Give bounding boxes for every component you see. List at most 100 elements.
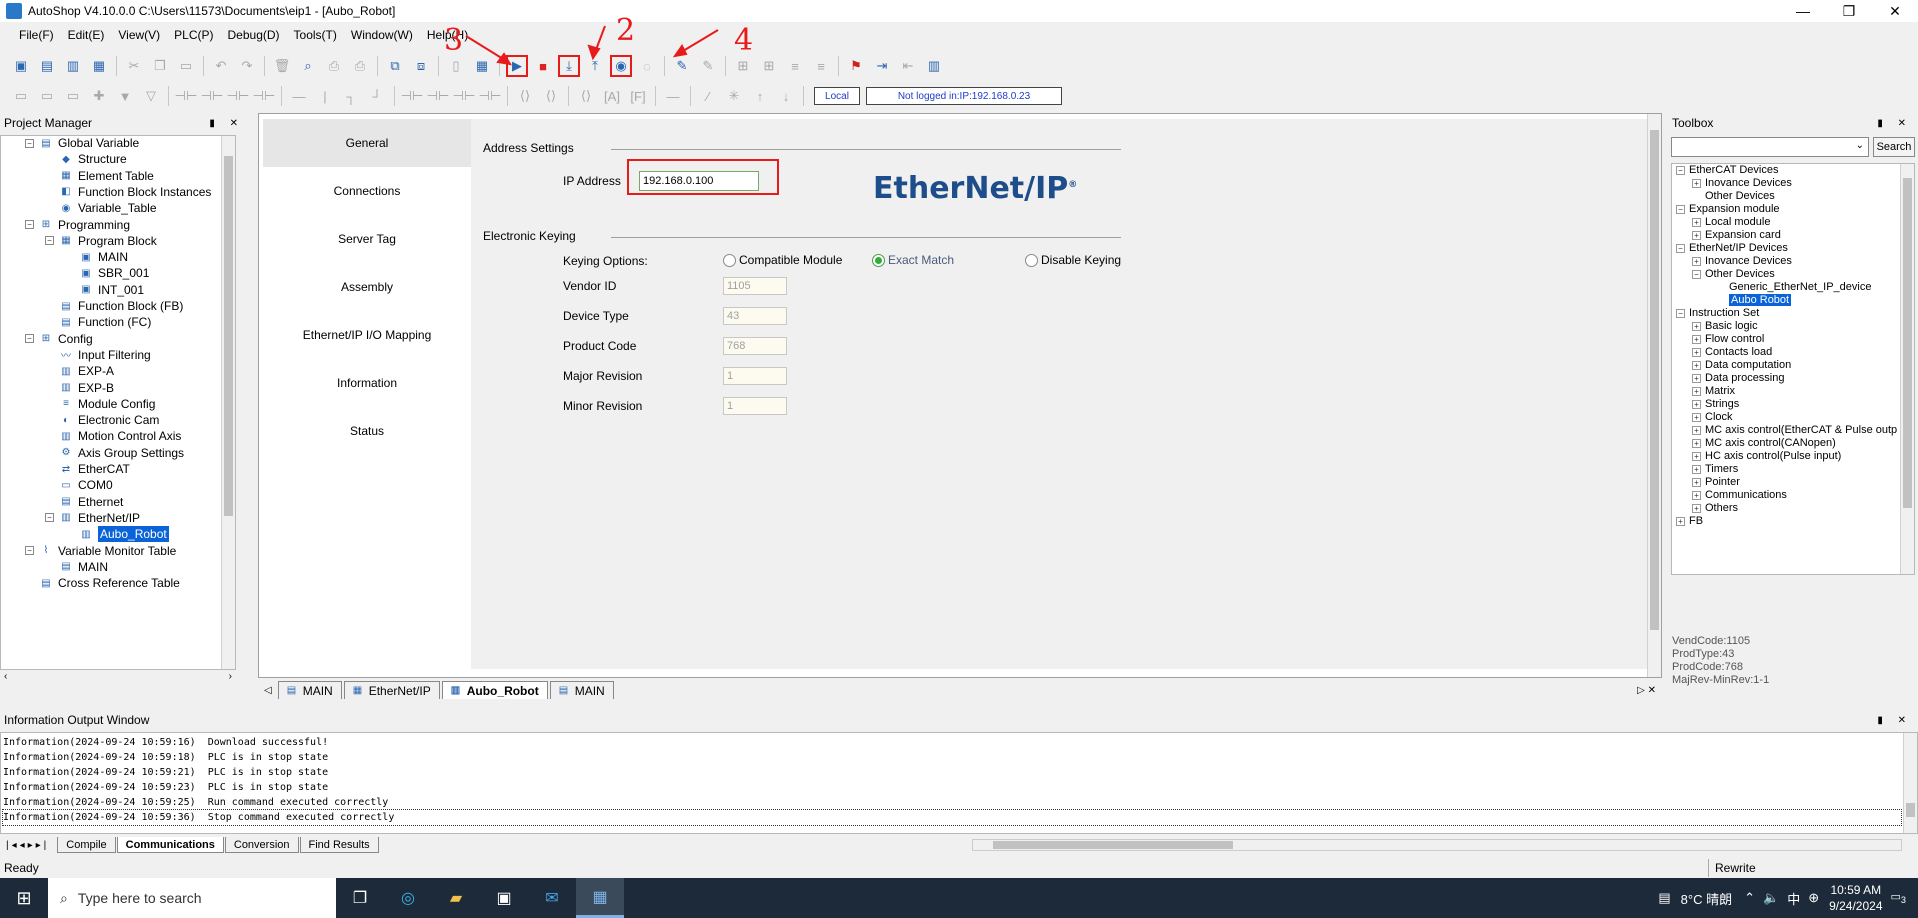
- logout-icon[interactable]: ⇤: [897, 55, 919, 77]
- toolbox-search-input[interactable]: ⌄: [1671, 137, 1869, 157]
- coil-2-icon[interactable]: ⊣⊢: [427, 85, 450, 107]
- nav-information[interactable]: Information: [263, 359, 471, 407]
- panel-pin-close-icon[interactable]: ▮ ✕: [209, 118, 244, 129]
- tree-expander-icon[interactable]: +: [1692, 386, 1701, 396]
- tree-expander-icon[interactable]: −: [1676, 308, 1685, 318]
- tree-item[interactable]: − ⌇ Variable Monitor Table: [25, 542, 176, 560]
- grid-2-icon[interactable]: ⊞: [758, 55, 780, 77]
- output-tab-find-results[interactable]: Find Results: [299, 837, 379, 853]
- star-icon[interactable]: ✳: [723, 85, 745, 107]
- output-scrollbar[interactable]: [1903, 733, 1917, 833]
- test-icon[interactable]: ⚑: [845, 55, 867, 77]
- menu-file[interactable]: File(F): [12, 26, 61, 44]
- monitor-stop-icon[interactable]: ◌: [636, 55, 658, 77]
- tree-item[interactable]: ≡ Module Config: [45, 395, 155, 413]
- tree-item[interactable]: ▤ Cross Reference Table: [25, 574, 180, 592]
- nav-io-mapping[interactable]: Ethernet/IP I/O Mapping: [263, 311, 471, 359]
- tree-expander-icon[interactable]: +: [1692, 438, 1701, 448]
- nav-assembly[interactable]: Assembly: [263, 263, 471, 311]
- tree-expander-icon[interactable]: +: [1692, 373, 1701, 383]
- tree-item[interactable]: ▥ Aubo_Robot: [65, 525, 169, 543]
- align-2-icon[interactable]: ≡: [810, 55, 832, 77]
- tree-expander-icon[interactable]: −: [1676, 165, 1685, 175]
- monitor-icon[interactable]: ◉: [610, 55, 632, 77]
- st-mode-icon[interactable]: ▭: [62, 85, 84, 107]
- windows-start-icon[interactable]: ⊞: [0, 878, 48, 918]
- window-layout-icon[interactable]: ⧉: [384, 55, 406, 77]
- menu-view[interactable]: View(V): [111, 26, 167, 44]
- notification-icon[interactable]: ▭3: [1891, 890, 1907, 905]
- nav-server-tag[interactable]: Server Tag: [263, 215, 471, 263]
- tree-expander-icon[interactable]: +: [1692, 503, 1701, 513]
- network-icon[interactable]: ⊕: [1808, 890, 1819, 906]
- radio-compatible-module[interactable]: Compatible Module: [723, 253, 842, 267]
- sfc-mode-icon[interactable]: ▭: [36, 85, 58, 107]
- reset-icon[interactable]: ⟨⟩: [540, 85, 562, 107]
- up-arrow-icon[interactable]: ↑: [749, 85, 771, 107]
- paste-icon[interactable]: ▭: [175, 55, 197, 77]
- editor-scrollbar[interactable]: [1647, 114, 1661, 677]
- tree-item[interactable]: ⚙ Axis Group Settings: [45, 444, 185, 462]
- autoshop-taskbar-icon[interactable]: ▦: [576, 878, 624, 918]
- tree-item[interactable]: ⇄ EtherCAT: [45, 460, 130, 478]
- contact-4-icon[interactable]: ⊣⊢: [253, 85, 276, 107]
- edge-browser-icon[interactable]: ◎: [384, 878, 432, 918]
- doc-tab-aubo-robot[interactable]: ▥ Aubo_Robot: [441, 681, 548, 699]
- tree-expander-icon[interactable]: +: [1692, 217, 1701, 227]
- tree-item[interactable]: − ▥ EtherNet/IP: [45, 509, 140, 527]
- tabs-scroll-close-icon[interactable]: ▷ ✕: [1637, 685, 1656, 696]
- tree-expander-icon[interactable]: +: [1692, 178, 1701, 188]
- tabs-scroll-left-icon[interactable]: ◁: [264, 685, 272, 696]
- tree-expander-icon[interactable]: +: [1692, 425, 1701, 435]
- toolbox-item[interactable]: + FB: [1676, 513, 1703, 529]
- run-icon[interactable]: ▶: [506, 55, 528, 77]
- coil-3-icon[interactable]: ⊣⊢: [453, 85, 476, 107]
- edit-icon[interactable]: ✎: [697, 55, 719, 77]
- weather-text[interactable]: 8°C 晴朗: [1681, 889, 1732, 908]
- function-a-icon[interactable]: [A]: [601, 85, 623, 107]
- tree-expander-icon[interactable]: −: [1676, 243, 1685, 253]
- chevron-down-icon[interactable]: ⌄: [1856, 140, 1864, 151]
- tree-expander-icon[interactable]: −: [25, 546, 34, 555]
- tree-item[interactable]: ◐ Electronic Cam: [45, 411, 159, 429]
- radio-circle[interactable]: [723, 253, 736, 267]
- print-icon[interactable]: ⎙: [349, 55, 371, 77]
- tree-item[interactable]: − ▦ Program Block: [45, 232, 157, 250]
- coil-icon[interactable]: ⊣⊢: [401, 85, 424, 107]
- open-folder-icon[interactable]: ▤: [36, 55, 58, 77]
- corner-2-icon[interactable]: ┘: [366, 85, 388, 107]
- align-icon[interactable]: ≡: [784, 55, 806, 77]
- upload-icon[interactable]: ⤒: [584, 55, 606, 77]
- tree-item[interactable]: ▣ MAIN: [65, 248, 128, 266]
- tree-item[interactable]: ▤ Function Block (FB): [45, 297, 183, 315]
- output-tab-communications[interactable]: Communications: [116, 837, 224, 853]
- slash-icon[interactable]: ∕: [697, 85, 719, 107]
- radio-circle[interactable]: [1025, 253, 1038, 267]
- menu-window[interactable]: Window(W): [344, 26, 420, 44]
- undo-icon[interactable]: ↶: [210, 55, 232, 77]
- tree-item[interactable]: ▤ Function (FC): [45, 313, 151, 331]
- tree-expander-icon[interactable]: −: [25, 334, 34, 344]
- tree-expander-icon[interactable]: −: [25, 138, 34, 148]
- copy-icon[interactable]: ❐: [149, 55, 171, 77]
- dash-icon[interactable]: —: [662, 85, 684, 107]
- set-icon[interactable]: ⟨⟩: [514, 85, 536, 107]
- book-icon[interactable]: ▥: [923, 55, 945, 77]
- tree-item[interactable]: ▥ EXP-B: [45, 379, 114, 397]
- menu-tools[interactable]: Tools(T): [287, 26, 344, 44]
- contact-2-icon[interactable]: ⊣⊢: [201, 85, 224, 107]
- project-tree-scrollbar[interactable]: [221, 136, 235, 669]
- tree-item[interactable]: ◧ Function Block Instances: [45, 183, 211, 201]
- tree-item[interactable]: ▣ SBR_001: [65, 264, 149, 282]
- nav-general[interactable]: General: [263, 119, 471, 167]
- doc-tab-main-monitor[interactable]: ▤ MAIN: [549, 681, 614, 699]
- toolbox-search-button[interactable]: Search: [1873, 137, 1915, 157]
- tree-expander-icon[interactable]: +: [1692, 464, 1701, 474]
- coil-4-icon[interactable]: ⊣⊢: [479, 85, 502, 107]
- doc-tab-main[interactable]: ▤ MAIN: [277, 681, 342, 699]
- panel-pin-close-icon[interactable]: ▮ ✕: [1877, 715, 1912, 726]
- tree-expander-icon[interactable]: +: [1692, 360, 1701, 370]
- tree-expander-icon[interactable]: +: [1692, 347, 1701, 357]
- tree-item[interactable]: ▦ Element Table: [45, 167, 154, 185]
- find-icon[interactable]: ⌕: [297, 55, 319, 77]
